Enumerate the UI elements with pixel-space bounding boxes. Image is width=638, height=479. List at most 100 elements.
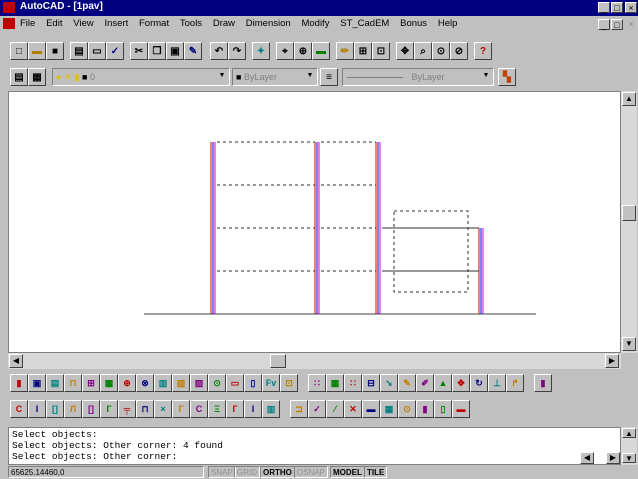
toolbar2-tool-8-icon[interactable]: ⊓ — [136, 400, 154, 418]
command-hscroll[interactable]: ◀ ▶ — [580, 452, 620, 464]
model-toggle[interactable]: MODEL — [330, 466, 365, 478]
menu-modify[interactable]: Modify — [301, 16, 329, 32]
toolbar2-tool-18-icon[interactable]: ⁄ — [326, 400, 344, 418]
horizontal-scrollbar[interactable]: ◀ ▶ — [8, 353, 621, 369]
linetype-control-dropdown[interactable]: ByLayer ▼ — [342, 68, 494, 86]
toolbar1-tool-25-icon[interactable]: ✥ — [452, 374, 470, 392]
paste-icon[interactable]: ▣ — [166, 42, 184, 60]
toolbar1-tool-21-icon[interactable]: ➘ — [380, 374, 398, 392]
doc-restore-button[interactable]: □ — [611, 19, 623, 30]
toolbar1-tool-4-icon[interactable]: ⊓ — [64, 374, 82, 392]
toolbar2-tool-5-icon[interactable]: [] — [82, 400, 100, 418]
menu-file[interactable]: File — [20, 16, 35, 32]
open-icon[interactable]: ▬ — [28, 42, 46, 60]
toolbar2-tool-13-icon[interactable]: Г — [226, 400, 244, 418]
grid-toggle[interactable]: GRID — [234, 466, 260, 478]
chevron-down-icon[interactable]: ▼ — [216, 70, 228, 82]
toolbar2-tool-16-icon[interactable]: ⊐ — [290, 400, 308, 418]
toolbar2-tool-3-icon[interactable]: [] — [46, 400, 64, 418]
toolbar1-tool-11-icon[interactable]: ▨ — [190, 374, 208, 392]
layers-icon[interactable]: ▦ — [28, 68, 46, 86]
toolbar1-tool-9-icon[interactable]: ▥ — [154, 374, 172, 392]
spelling-icon[interactable]: ✓ — [106, 42, 124, 60]
toolbar2-tool-4-icon[interactable]: Л — [64, 400, 82, 418]
doc-minimize-button[interactable]: _ — [598, 19, 610, 30]
zoom-window-icon[interactable]: ⊙ — [432, 42, 450, 60]
tile-toggle[interactable]: TILE — [364, 466, 388, 478]
undo-icon[interactable]: ↶ — [210, 42, 228, 60]
menu-bonus[interactable]: Bonus — [400, 16, 427, 32]
doc-close-button[interactable]: × — [625, 19, 637, 30]
maximize-button[interactable]: □ — [611, 2, 623, 13]
document-icon[interactable] — [3, 18, 15, 29]
scroll-left-button[interactable]: ◀ — [9, 354, 23, 368]
color-control-dropdown[interactable]: ■ ByLayer ▼ — [232, 68, 318, 86]
zoom-realtime-icon[interactable]: ⌕ — [414, 42, 432, 60]
toolbar2-tool-22-icon[interactable]: ⊙ — [398, 400, 416, 418]
menu-insert[interactable]: Insert — [104, 16, 128, 32]
toolbar1-tool-15-icon[interactable]: Fv — [262, 374, 280, 392]
menu-tools[interactable]: Tools — [180, 16, 202, 32]
toolbar1-tool-6-icon[interactable]: ▦ — [100, 374, 118, 392]
toolbar2-tool-25-icon[interactable]: ▬ — [452, 400, 470, 418]
ucs-icon[interactable]: ▬ — [312, 42, 330, 60]
scroll-down-button[interactable]: ▼ — [622, 337, 636, 351]
toolbar2-tool-6-icon[interactable]: Г — [100, 400, 118, 418]
autocad-app-icon[interactable] — [3, 2, 15, 13]
scroll-up-button[interactable]: ▲ — [622, 92, 636, 106]
menu-edit[interactable]: Edit — [46, 16, 62, 32]
zoom-previous-icon[interactable]: ⊘ — [450, 42, 468, 60]
minimize-button[interactable]: _ — [598, 2, 610, 13]
toolbar2-tool-24-icon[interactable]: ▯ — [434, 400, 452, 418]
toolbar1-tool-14-icon[interactable]: ▯ — [244, 374, 262, 392]
toolbar1-tool-3-icon[interactable]: ▤ — [46, 374, 64, 392]
menu-dimension[interactable]: Dimension — [246, 16, 291, 32]
toolbar2-tool-7-icon[interactable]: ╤ — [118, 400, 136, 418]
toolbar1-tool-12-icon[interactable]: ⊙ — [208, 374, 226, 392]
toolbar1-tool-27-icon[interactable]: ⊥ — [488, 374, 506, 392]
snap-toggle[interactable]: SNAP — [208, 466, 236, 478]
command-scroll-left-button[interactable]: ◀ — [580, 452, 594, 464]
inquiry-icon[interactable]: ⊞ — [354, 42, 372, 60]
hyperlink-icon[interactable]: ✦ — [252, 42, 270, 60]
print-preview-icon[interactable]: ▭ — [88, 42, 106, 60]
toolbar2-tool-14-icon[interactable]: I — [244, 400, 262, 418]
osnap-toggle[interactable]: OSNAP — [294, 466, 329, 478]
print-icon[interactable]: ▤ — [70, 42, 88, 60]
horizontal-scroll-thumb[interactable] — [270, 354, 286, 368]
ortho-toggle[interactable]: ORTHO — [260, 466, 295, 478]
command-line[interactable]: Select objects: Select objects: Other co… — [8, 427, 621, 465]
toolbar2-tool-2-icon[interactable]: I — [28, 400, 46, 418]
toolbar2-tool-1-icon[interactable]: C — [10, 400, 28, 418]
toolbar1-tool-13-icon[interactable]: ▭ — [226, 374, 244, 392]
layer-control-dropdown[interactable]: ● ☀ ▮ ■ 0 ▼ — [52, 68, 230, 86]
redo-icon[interactable]: ↷ — [228, 42, 246, 60]
toolbar1-tool-22-icon[interactable]: ✎ — [398, 374, 416, 392]
toolbar1-tool-5-icon[interactable]: ⊞ — [82, 374, 100, 392]
toolbar1-tool-29-icon[interactable]: ▮ — [534, 374, 552, 392]
command-scrollbar[interactable]: ▲ ▼ — [621, 427, 637, 465]
toolbar1-tool-2-icon[interactable]: ▣ — [28, 374, 46, 392]
chevron-down-icon[interactable]: ▼ — [304, 70, 316, 82]
menu-format[interactable]: Format — [139, 16, 169, 32]
menu-view[interactable]: View — [73, 16, 93, 32]
toolbar2-tool-23-icon[interactable]: ▮ — [416, 400, 434, 418]
toolbar1-tool-26-icon[interactable]: ↻ — [470, 374, 488, 392]
toolbar1-tool-1-icon[interactable]: ▮ — [10, 374, 28, 392]
toolbar2-tool-9-icon[interactable]: × — [154, 400, 172, 418]
make-object-layer-current-icon[interactable]: ▤ — [10, 68, 28, 86]
command-scroll-right-button[interactable]: ▶ — [606, 452, 620, 464]
toolbar2-tool-17-icon[interactable]: ✓ — [308, 400, 326, 418]
pan-icon[interactable]: ✥ — [396, 42, 414, 60]
vertical-scroll-thumb[interactable] — [622, 205, 636, 221]
copy-icon[interactable]: ❐ — [148, 42, 166, 60]
toolbar1-tool-18-icon[interactable]: ▦ — [326, 374, 344, 392]
toolbar1-tool-28-icon[interactable]: ↱ — [506, 374, 524, 392]
linetype-icon[interactable]: ≡ — [320, 68, 338, 86]
close-button[interactable]: × — [625, 2, 637, 13]
properties-icon[interactable]: ▚ — [498, 68, 516, 86]
object-snap-icon[interactable]: ⌖ — [276, 42, 294, 60]
osnap-settings-icon[interactable]: ⊕ — [294, 42, 312, 60]
scroll-right-button[interactable]: ▶ — [605, 354, 619, 368]
toolbar1-tool-17-icon[interactable]: ∷ — [308, 374, 326, 392]
